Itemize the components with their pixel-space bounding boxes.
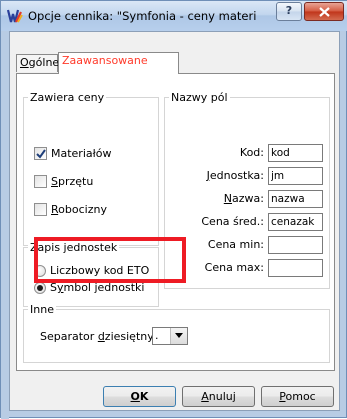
labour-checkbox[interactable]	[34, 203, 47, 216]
unit-symbol-label: Symbol jednostki	[50, 281, 145, 294]
equipment-label: Sprzętu	[51, 175, 94, 188]
materials-label: Materiałów	[51, 147, 112, 160]
tab-general-label: gólne	[28, 56, 60, 69]
tab-general[interactable]: Ogólne	[16, 54, 60, 72]
equipment-checkbox[interactable]	[34, 175, 47, 188]
prices-group: Zawiera ceny Materiałów Sprzętu Robocizn	[23, 91, 159, 246]
dialog-window: Opcje cennika: "Symfonia - ceny materiał…	[0, 0, 347, 419]
ok-button[interactable]: OK	[103, 386, 176, 407]
decimal-separator-select[interactable]: .	[152, 327, 188, 345]
avg-price-label: Cena śred.:	[201, 215, 264, 228]
close-icon	[319, 7, 330, 17]
name-label: Nazwa:	[223, 192, 264, 205]
tab-advanced[interactable]: Zaawansowane	[58, 52, 179, 74]
cancel-button[interactable]: Anuluj	[182, 386, 255, 407]
min-price-label: Cena min:	[207, 238, 264, 251]
field-row-max-price: Cena max:	[165, 259, 331, 277]
dropdown-arrow[interactable]	[170, 328, 187, 344]
button-bar: OK Anuluj Pomoc	[10, 380, 339, 410]
tab-advanced-label: Zaawansowane	[62, 54, 148, 67]
tab-panel-advanced: Zawiera ceny Materiałów Sprzętu Robocizn	[16, 73, 335, 371]
title-bar[interactable]: Opcje cennika: "Symfonia - ceny materiał…	[1, 1, 347, 31]
labour-label: Robocizny	[51, 203, 107, 216]
decimal-separator-label: Separator dziesiętny:	[40, 330, 157, 343]
prices-group-legend: Zawiera ceny	[28, 91, 107, 104]
min-price-input[interactable]	[268, 236, 323, 254]
app-logo-icon	[7, 9, 23, 23]
other-group-legend: Inne	[28, 303, 56, 316]
checkmark-icon	[36, 149, 46, 159]
field-row-min-price: Cena min:	[165, 236, 331, 254]
max-price-label: Cena max:	[204, 261, 264, 274]
help-button[interactable]: ?	[276, 2, 302, 21]
field-names-group: Nazwy pól Kod: Jednostka: Nazwa: Cena śr…	[164, 91, 330, 289]
field-row-code: Kod:	[165, 144, 331, 162]
avg-price-input[interactable]	[268, 213, 323, 231]
unit-symbol-radio[interactable]	[34, 282, 46, 294]
code-input[interactable]	[268, 144, 323, 162]
decimal-separator-value: .	[155, 329, 159, 342]
unit-label: Jednostka:	[206, 169, 264, 182]
radio-selected-dot	[37, 285, 43, 291]
field-row-unit: Jednostka:	[165, 167, 331, 185]
name-input[interactable]	[268, 190, 323, 208]
field-row-name: Nazwa:	[165, 190, 331, 208]
other-group: Inne Separator dziesiętny: .	[23, 303, 330, 363]
window-title: Opcje cennika: "Symfonia - ceny materiał…	[28, 9, 256, 23]
field-row-avg-price: Cena śred.:	[165, 213, 331, 231]
help-footer-button[interactable]: Pomoc	[261, 386, 334, 407]
window-border	[1, 31, 9, 419]
code-label: Kod:	[239, 146, 264, 159]
help-icon: ?	[285, 4, 293, 17]
close-button[interactable]	[304, 2, 344, 21]
materials-checkbox[interactable]	[34, 147, 47, 160]
tab-strip: Ogólne Zaawansowane	[16, 52, 336, 74]
dialog-client-area: Ogólne Zaawansowane Zawiera ceny Materia…	[9, 31, 340, 411]
chevron-down-icon	[175, 333, 183, 338]
max-price-input[interactable]	[268, 259, 323, 277]
tab-general-accel: O	[20, 56, 29, 69]
annotation-highlight	[34, 237, 186, 283]
unit-input[interactable]	[268, 167, 323, 185]
field-names-group-legend: Nazwy pól	[169, 91, 230, 104]
